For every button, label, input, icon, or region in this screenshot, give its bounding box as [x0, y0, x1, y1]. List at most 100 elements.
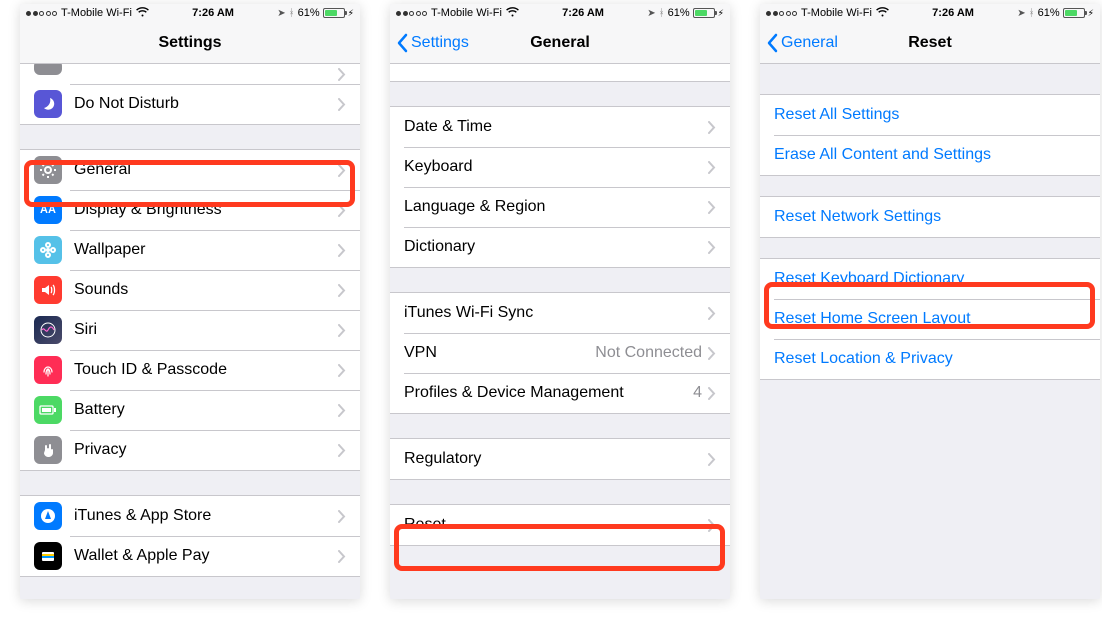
charging-icon: ⚡︎: [1088, 8, 1094, 19]
fingerprint-icon: [34, 356, 62, 384]
cell-label: Battery: [74, 401, 338, 419]
battery-icon: [323, 8, 345, 18]
cell-label: Reset Network Settings: [774, 208, 1086, 226]
clock-label: 7:26 AM: [932, 7, 974, 19]
signal-strength-icon: [26, 11, 57, 16]
settings-row-privacy[interactable]: Privacy: [20, 430, 360, 470]
carrier-label: T-Mobile Wi-Fi: [801, 7, 872, 19]
wifi-icon: [876, 7, 889, 20]
signal-strength-icon: [396, 11, 427, 16]
chevron-right-icon: [338, 364, 346, 377]
cell-label: Do Not Disturb: [74, 95, 338, 113]
charging-icon: ⚡︎: [348, 8, 354, 19]
nav-back-button[interactable]: Settings: [396, 22, 469, 63]
cell-label: Display & Brightness: [74, 201, 338, 219]
chevron-right-icon: [338, 550, 346, 563]
clock-label: 7:26 AM: [192, 7, 234, 19]
hand-icon: [34, 436, 62, 464]
chevron-right-icon: [708, 347, 716, 360]
cell-label: Keyboard: [404, 158, 708, 176]
chevron-right-icon: [708, 201, 716, 214]
general-row-keyboard[interactable]: Keyboard: [390, 147, 730, 187]
battery-icon: [1063, 8, 1085, 18]
bluetooth-icon: ᚼ: [1029, 8, 1035, 19]
status-bar: T-Mobile Wi-Fi 7:26 AM ➤ ᚼ 61% ⚡︎: [760, 4, 1100, 22]
chevron-right-icon: [338, 404, 346, 417]
phone-reset: T-Mobile Wi-Fi 7:26 AM ➤ ᚼ 61% ⚡︎ Genera…: [760, 4, 1100, 599]
moon-icon: [34, 90, 62, 118]
chevron-right-icon: [338, 510, 346, 523]
chevron-right-icon: [338, 98, 346, 111]
chevron-right-icon: [708, 241, 716, 254]
erase-all-content-button[interactable]: Erase All Content and Settings: [760, 135, 1100, 175]
cell-label: iTunes & App Store: [74, 507, 338, 525]
general-row-language-region[interactable]: Language & Region: [390, 187, 730, 227]
cell-label: Reset: [404, 516, 708, 534]
cell-label: Regulatory: [404, 450, 708, 468]
cell-label: Touch ID & Passcode: [74, 361, 338, 379]
settings-row-sounds[interactable]: Sounds: [20, 270, 360, 310]
general-row-dictionary[interactable]: Dictionary: [390, 227, 730, 267]
settings-row-wallet[interactable]: Wallet & Apple Pay: [20, 536, 360, 576]
cell-label: Date & Time: [404, 118, 708, 136]
chevron-right-icon: [708, 121, 716, 134]
reset-network-settings-button[interactable]: Reset Network Settings: [760, 197, 1100, 237]
cell-detail: 4: [693, 384, 702, 402]
wallet-icon: [34, 542, 62, 570]
settings-row-wallpaper[interactable]: Wallpaper: [20, 230, 360, 270]
control-center-icon: [34, 64, 62, 75]
battery-icon: [34, 396, 62, 424]
chevron-right-icon: [708, 161, 716, 174]
general-row-date-time[interactable]: Date & Time: [390, 107, 730, 147]
settings-row-touch-id[interactable]: Touch ID & Passcode: [20, 350, 360, 390]
nav-bar: General Reset: [760, 22, 1100, 64]
gear-icon: [34, 156, 62, 184]
cell-label: Wallpaper: [74, 241, 338, 259]
reset-location-privacy-button[interactable]: Reset Location & Privacy: [760, 339, 1100, 379]
speaker-icon: [34, 276, 62, 304]
cell-label: VPN: [404, 344, 595, 362]
appstore-icon: [34, 502, 62, 530]
nav-title: Settings: [158, 34, 221, 52]
reset-home-screen-button[interactable]: Reset Home Screen Layout: [760, 299, 1100, 339]
text-size-icon: AA: [34, 196, 62, 224]
phone-general: T-Mobile Wi-Fi 7:26 AM ➤ ᚼ 61% ⚡︎ Settin…: [390, 4, 730, 599]
bluetooth-icon: ᚼ: [659, 8, 665, 19]
cell-label: Reset Location & Privacy: [774, 350, 1086, 368]
phone-settings: T-Mobile Wi-Fi 7:26 AM ➤ ᚼ 61% ⚡︎ Settin…: [20, 4, 360, 599]
nav-back-label: Settings: [411, 34, 469, 52]
siri-icon: [34, 316, 62, 344]
settings-row-do-not-disturb[interactable]: Do Not Disturb: [20, 84, 360, 124]
cell-label: Language & Region: [404, 198, 708, 216]
cell-label: Erase All Content and Settings: [774, 146, 1086, 164]
wifi-icon: [506, 7, 519, 20]
status-bar: T-Mobile Wi-Fi 7:26 AM ➤ ᚼ 61% ⚡︎: [390, 4, 730, 22]
settings-row-control-center[interactable]: [20, 64, 360, 84]
chevron-right-icon: [708, 387, 716, 400]
nav-back-button[interactable]: General: [766, 22, 838, 63]
settings-row-battery[interactable]: Battery: [20, 390, 360, 430]
reset-all-settings-button[interactable]: Reset All Settings: [760, 95, 1100, 135]
general-row-itunes-wifi-sync[interactable]: iTunes Wi-Fi Sync: [390, 293, 730, 333]
chevron-right-icon: [338, 324, 346, 337]
chevron-right-icon: [708, 307, 716, 320]
carrier-label: T-Mobile Wi-Fi: [61, 7, 132, 19]
nav-back-label: General: [781, 34, 838, 52]
general-row-reset[interactable]: Reset: [390, 505, 730, 545]
settings-row-itunes-appstore[interactable]: iTunes & App Store: [20, 496, 360, 536]
cell-label: Dictionary: [404, 238, 708, 256]
nav-title: Reset: [908, 34, 952, 52]
nav-bar: Settings General: [390, 22, 730, 64]
settings-row-general[interactable]: General: [20, 150, 360, 190]
reset-keyboard-dictionary-button[interactable]: Reset Keyboard Dictionary: [760, 259, 1100, 299]
general-row-profiles[interactable]: Profiles & Device Management 4: [390, 373, 730, 413]
general-row-vpn[interactable]: VPN Not Connected: [390, 333, 730, 373]
location-icon: ➤: [277, 8, 285, 19]
bluetooth-icon: ᚼ: [289, 8, 295, 19]
settings-row-display-brightness[interactable]: AA Display & Brightness: [20, 190, 360, 230]
nav-title: General: [530, 34, 590, 52]
cell-label: Sounds: [74, 281, 338, 299]
general-row-regulatory[interactable]: Regulatory: [390, 439, 730, 479]
settings-row-siri[interactable]: Siri: [20, 310, 360, 350]
wifi-icon: [136, 7, 149, 20]
